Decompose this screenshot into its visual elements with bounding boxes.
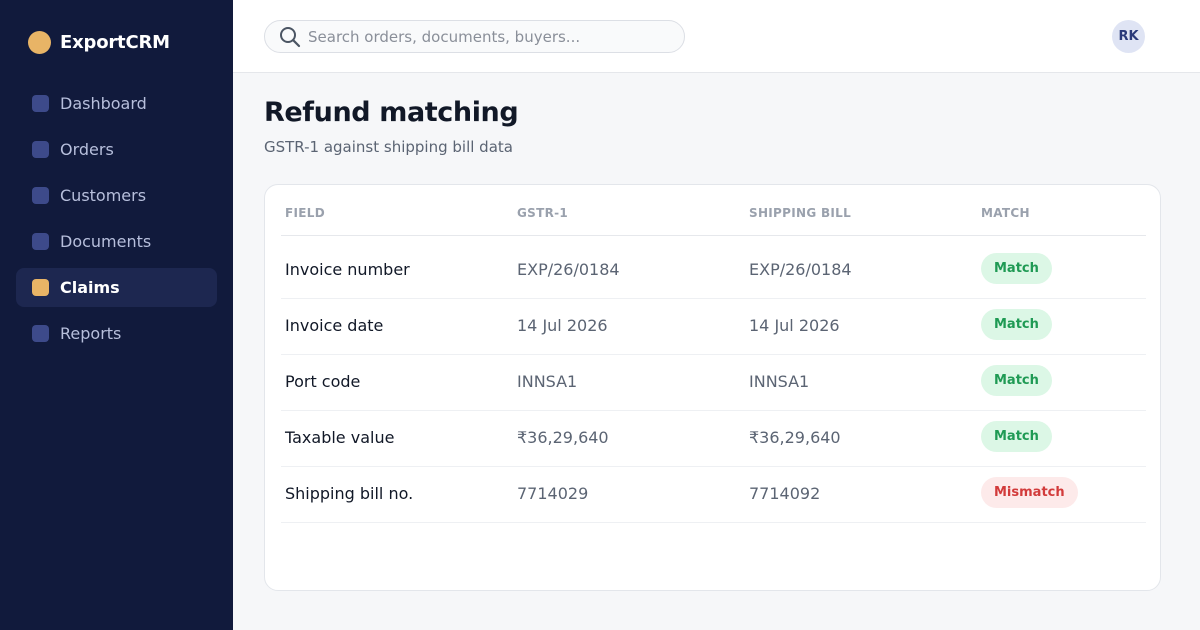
match-status-badge: Match — [981, 253, 1052, 284]
orders-icon — [32, 141, 49, 158]
field-cell: Shipping bill no. — [285, 484, 414, 503]
sidebar-item-label: Documents — [60, 232, 152, 251]
search-input[interactable] — [308, 27, 668, 46]
gstr-value-cell: EXP/26/0184 — [517, 260, 620, 279]
dashboard-icon — [32, 95, 49, 112]
gstr-value-cell: INNSA1 — [517, 372, 578, 391]
gstr-value-cell: 7714029 — [517, 484, 589, 503]
sidebar-item-customers[interactable]: Customers — [16, 176, 217, 215]
table-row[interactable]: Shipping bill no. 7714029 7714092 Mismat… — [281, 467, 1146, 523]
gstr-value-cell: ₹36,29,640 — [517, 428, 609, 447]
top-bar: RK — [233, 0, 1200, 73]
column-header-match: MATCH — [981, 206, 1030, 220]
page-title: Refund matching — [264, 97, 519, 128]
table-row[interactable]: Port code INNSA1 INNSA1 Match — [281, 355, 1146, 411]
sidebar-item-label: Reports — [60, 324, 122, 343]
field-cell: Invoice number — [285, 260, 410, 279]
match-status-badge: Match — [981, 365, 1052, 396]
refund-matching-table-card: FIELD GSTR-1 SHIPPING BILL MATCH Invoice… — [264, 184, 1161, 591]
claims-icon — [32, 279, 49, 296]
search-icon — [278, 25, 302, 49]
sidebar-item-label: Customers — [60, 186, 147, 205]
shipping-bill-value-cell: EXP/26/0184 — [749, 260, 852, 279]
user-avatar[interactable]: RK — [1112, 20, 1145, 53]
mismatch-status-badge: Mismatch — [981, 477, 1078, 508]
sidebar-item-documents[interactable]: Documents — [16, 222, 217, 261]
sidebar-item-claims[interactable]: Claims — [16, 268, 217, 307]
search-bar[interactable] — [264, 20, 685, 53]
sidebar-nav: Dashboard Orders Customers Documents Cla… — [16, 84, 217, 360]
column-header-field: FIELD — [285, 206, 325, 220]
table-row[interactable]: Invoice number EXP/26/0184 EXP/26/0184 M… — [281, 243, 1146, 299]
sidebar: ExportCRM Dashboard Orders Customers Doc… — [0, 0, 233, 630]
gstr-value-cell: 14 Jul 2026 — [517, 316, 608, 335]
field-cell: Taxable value — [285, 428, 395, 447]
shipping-bill-value-cell: INNSA1 — [749, 372, 810, 391]
shipping-bill-value-cell: 7714092 — [749, 484, 821, 503]
sidebar-item-dashboard[interactable]: Dashboard — [16, 84, 217, 123]
shipping-bill-value-cell: 14 Jul 2026 — [749, 316, 840, 335]
sidebar-item-label: Claims — [60, 278, 120, 297]
column-header-shipping-bill: SHIPPING BILL — [749, 206, 852, 220]
brand-name: ExportCRM — [60, 32, 170, 53]
sidebar-item-label: Orders — [60, 140, 114, 159]
reports-icon — [32, 325, 49, 342]
table-header: FIELD GSTR-1 SHIPPING BILL MATCH — [281, 185, 1146, 236]
sidebar-item-label: Dashboard — [60, 94, 147, 113]
customers-icon — [32, 187, 49, 204]
field-cell: Port code — [285, 372, 361, 391]
match-status-badge: Match — [981, 421, 1052, 452]
column-header-gstr: GSTR-1 — [517, 206, 569, 220]
shipping-bill-value-cell: ₹36,29,640 — [749, 428, 841, 447]
match-status-badge: Match — [981, 309, 1052, 340]
table-body: Invoice number EXP/26/0184 EXP/26/0184 M… — [281, 243, 1146, 523]
page-subtitle: GSTR-1 against shipping bill data — [264, 138, 513, 156]
table-row[interactable]: Taxable value ₹36,29,640 ₹36,29,640 Matc… — [281, 411, 1146, 467]
sidebar-item-orders[interactable]: Orders — [16, 130, 217, 169]
sidebar-item-reports[interactable]: Reports — [16, 314, 217, 353]
brand[interactable]: ExportCRM — [28, 31, 170, 54]
table-row[interactable]: Invoice date 14 Jul 2026 14 Jul 2026 Mat… — [281, 299, 1146, 355]
brand-logo-icon — [28, 31, 51, 54]
field-cell: Invoice date — [285, 316, 384, 335]
documents-icon — [32, 233, 49, 250]
